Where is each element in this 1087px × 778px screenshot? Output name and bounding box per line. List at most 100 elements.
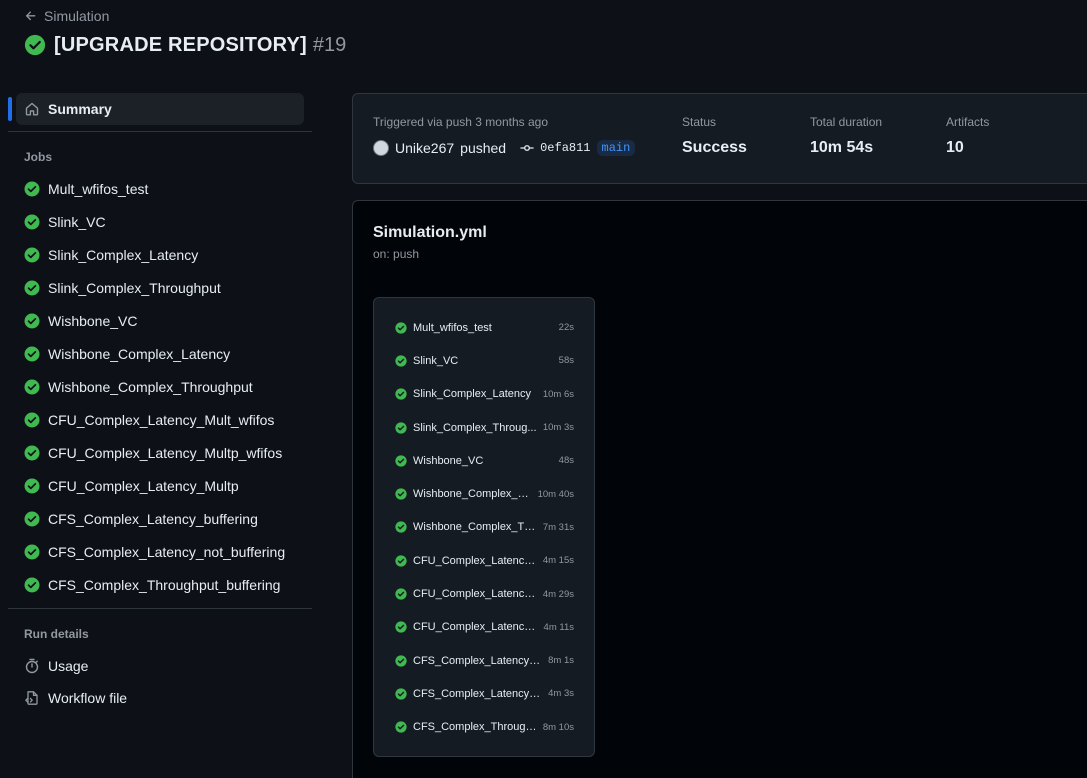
graph-job-name: Slink_Complex_Throug...	[413, 421, 537, 434]
avatar[interactable]	[373, 140, 389, 156]
commit-sha-link[interactable]: 0efa811	[540, 141, 590, 155]
check-circle-icon	[395, 654, 407, 667]
check-circle-icon	[24, 247, 40, 262]
job-name: Slink_VC	[48, 213, 106, 230]
job-name: CFU_Complex_Latency_Multp	[48, 477, 239, 494]
usage-label: Usage	[48, 658, 89, 674]
artifacts-label: Artifacts	[946, 115, 990, 129]
check-circle-icon	[24, 379, 40, 394]
run-title-text: [UPGRADE REPOSITORY]	[54, 33, 307, 56]
graph-job-name: CFU_Complex_Latency...	[413, 621, 538, 634]
graph-job-duration: 22s	[558, 322, 574, 334]
check-circle-icon	[24, 313, 40, 328]
check-circle-icon	[395, 721, 407, 733]
stopwatch-icon	[25, 658, 39, 674]
git-commit-icon	[520, 145, 534, 151]
graph-job-node[interactable]: CFS_Complex_Latency_... 4m 3s	[374, 677, 594, 710]
graph-job-node[interactable]: Wishbone_Complex_Th... 7m 31s	[374, 511, 594, 544]
check-circle-icon	[24, 478, 40, 493]
sidebar-job-item[interactable]: Slink_Complex_Throughput	[16, 271, 312, 304]
graph-job-node[interactable]: Mult_wfifos_test 22s	[374, 311, 594, 344]
branch-badge[interactable]: main	[596, 140, 636, 156]
graph-job-duration: 8m 1s	[548, 655, 574, 667]
graph-job-node[interactable]: CFU_Complex_Latency... 4m 11s	[374, 611, 594, 644]
check-circle-icon	[395, 688, 407, 700]
check-circle-icon	[395, 322, 407, 334]
sidebar-job-item[interactable]: Mult_wfifos_test	[16, 172, 312, 205]
graph-job-duration: 48s	[558, 455, 574, 467]
job-name: Wishbone_VC	[48, 312, 138, 329]
check-circle-icon	[24, 544, 40, 559]
sidebar-job-item[interactable]: Slink_Complex_Latency	[16, 238, 312, 271]
sidebar-job-item[interactable]: CFS_Complex_Latency_not_buffering	[16, 535, 312, 568]
graph-job-node[interactable]: Wishbone_Complex_L... 10m 40s	[374, 477, 594, 510]
sidebar-job-item[interactable]: CFU_Complex_Latency_Multp_wfifos	[16, 436, 312, 469]
sidebar-item-workflow-file[interactable]: Workflow file	[24, 686, 127, 710]
job-name: CFU_Complex_Latency_Multp_wfifos	[48, 444, 283, 461]
check-circle-icon	[24, 34, 46, 56]
push-action: pushed	[460, 140, 507, 156]
job-name: CFS_Complex_Throughput_buffering	[48, 576, 281, 593]
file-code-icon	[25, 691, 38, 705]
check-circle-icon	[395, 421, 407, 434]
workflow-file-label: Workflow file	[48, 690, 128, 706]
sidebar-job-item[interactable]: CFS_Complex_Throughput_buffering	[16, 568, 312, 601]
graph-job-node[interactable]: CFS_Complex_Latency_... 8m 1s	[374, 644, 594, 677]
trigger-text: Triggered via push 3 months ago	[373, 115, 548, 129]
actor-name[interactable]: Unike267	[395, 140, 454, 156]
check-circle-icon	[395, 488, 407, 500]
sidebar-job-item[interactable]: CFU_Complex_Latency_Mult_wfifos	[16, 403, 312, 436]
graph-job-name: CFS_Complex_Through...	[413, 721, 537, 734]
sidebar-item-summary[interactable]: Summary	[16, 93, 304, 125]
job-name: Slink_Complex_Latency	[48, 246, 199, 263]
job-name: Slink_Complex_Throughput	[48, 279, 221, 296]
workflow-graph-card: Simulation.yml on: push Mult_wfifos_test…	[352, 200, 1087, 778]
job-name: CFU_Complex_Latency_Mult_wfifos	[48, 411, 275, 428]
graph-job-name: CFS_Complex_Latency_...	[413, 654, 543, 667]
graph-job-node[interactable]: CFU_Complex_Latency... 4m 29s	[374, 577, 594, 610]
graph-job-node[interactable]: Slink_VC 58s	[374, 344, 594, 377]
sidebar-job-item[interactable]: Wishbone_VC	[16, 304, 312, 337]
check-circle-icon	[395, 588, 407, 600]
jobs-list: Mult_wfifos_test Slink_VC Slink_Complex_…	[16, 172, 312, 601]
graph-job-name: Wishbone_Complex_Th...	[413, 521, 537, 534]
graph-job-name: Wishbone_Complex_L...	[413, 488, 532, 501]
job-name: CFS_Complex_Latency_not_buffering	[48, 543, 286, 560]
jobs-heading: Jobs	[24, 150, 53, 164]
check-circle-icon	[395, 355, 407, 367]
run-details-heading: Run details	[24, 627, 89, 641]
check-circle-icon	[24, 280, 40, 295]
back-to-workflow-link[interactable]: Simulation	[24, 6, 109, 26]
sidebar-job-item[interactable]: Wishbone_Complex_Latency	[16, 337, 312, 370]
sidebar-job-item[interactable]: Slink_VC	[16, 205, 312, 238]
trigger-details: Unike267 pushed 0efa811 main	[373, 140, 636, 156]
graph-job-duration: 58s	[558, 355, 574, 367]
workflow-run-page: Simulation [UPGRADE REPOSITORY] #19 Summ…	[0, 0, 1087, 778]
check-circle-icon	[24, 577, 40, 592]
summary-active-indicator	[8, 97, 12, 121]
sidebar-job-item[interactable]: CFU_Complex_Latency_Multp	[16, 469, 312, 502]
workflow-graph-jobs: Mult_wfifos_test 22s Slink_VC 58s Slink_…	[373, 297, 595, 757]
graph-job-node[interactable]: CFS_Complex_Through... 8m 10s	[374, 711, 594, 744]
job-name: Wishbone_Complex_Throughput	[48, 378, 253, 395]
run-number: #19	[312, 33, 347, 56]
graph-job-node[interactable]: Slink_Complex_Throug... 10m 3s	[374, 411, 594, 444]
sidebar-job-item[interactable]: Wishbone_Complex_Throughput	[16, 370, 312, 403]
sidebar-item-usage[interactable]: Usage	[24, 654, 88, 678]
artifacts-count[interactable]: 10	[946, 139, 964, 157]
workflow-trigger: on: push	[373, 247, 420, 261]
graph-job-node[interactable]: Slink_Complex_Latency 10m 6s	[374, 378, 594, 411]
graph-job-node[interactable]: Wishbone_VC 48s	[374, 444, 594, 477]
graph-job-name: CFU_Complex_Latency...	[413, 554, 537, 567]
graph-job-duration: 10m 40s	[537, 488, 574, 500]
graph-job-duration: 10m 3s	[542, 422, 574, 434]
sidebar-job-item[interactable]: CFS_Complex_Latency_buffering	[16, 502, 312, 535]
home-icon	[25, 102, 39, 116]
graph-job-duration: 10m 6s	[542, 388, 574, 400]
check-circle-icon	[395, 555, 407, 567]
sidebar-item-summary-label: Summary	[48, 101, 112, 117]
graph-job-name: CFU_Complex_Latency...	[413, 588, 537, 601]
graph-job-node[interactable]: CFU_Complex_Latency... 4m 15s	[374, 544, 594, 577]
back-link-label[interactable]: Simulation	[44, 8, 109, 24]
duration-label: Total duration	[810, 115, 883, 129]
